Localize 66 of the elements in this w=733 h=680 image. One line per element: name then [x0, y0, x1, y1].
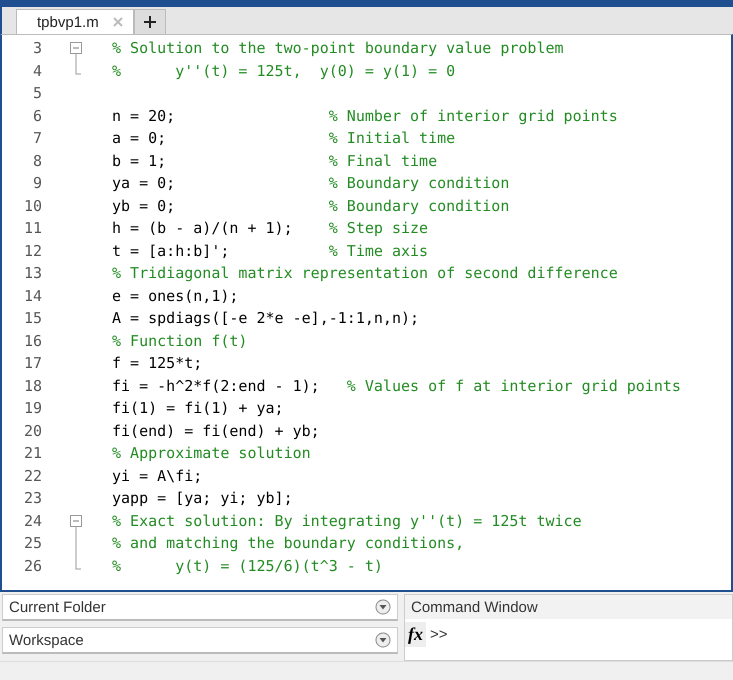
- code-comment: % Tridiagonal matrix representation of second difference: [112, 264, 618, 282]
- code-comment: % y''(t) = 125t, y(0) = y(1) = 0: [112, 62, 456, 80]
- code-text: e = ones(n,1);: [112, 286, 238, 305]
- code-comment: % Solution to the two-point boundary value problem: [112, 39, 564, 58]
- code-text: fi = -h^2*f(2:end - 1);: [112, 376, 321, 395]
- panel-header: Command Window: [405, 595, 732, 619]
- panel-header[interactable]: Current Folder: [2, 594, 398, 621]
- command-prompt: >>: [430, 626, 448, 642]
- code-comment: % and matching the boundary conditions,: [112, 534, 464, 552]
- line-number: 10: [22, 196, 42, 215]
- line-number: 9: [32, 174, 42, 192]
- code-text: a = 0;: [112, 129, 168, 148]
- line-number: 17: [22, 354, 42, 372]
- add-icon[interactable]: [134, 9, 166, 34]
- code-text: fi(end) = fi(end) + yb;: [112, 422, 320, 440]
- code-comment: % Final time: [328, 152, 438, 170]
- line-number: 24: [22, 512, 42, 530]
- line-number: 11: [22, 219, 42, 238]
- function-browser-button[interactable]: fx: [405, 622, 426, 646]
- line-number: 8: [32, 152, 42, 170]
- code-text: n = 20;: [112, 106, 176, 125]
- code-text: yapp = [ya; yi; yb];: [112, 489, 293, 508]
- line-number: 7: [32, 129, 42, 148]
- line-number: 22: [22, 466, 42, 485]
- code-text: t = [a:h:b]';: [112, 242, 230, 260]
- dropdown-icon[interactable]: [375, 632, 391, 648]
- code-comment: % Values of f at interior grid points: [346, 376, 681, 395]
- panel-header[interactable]: Workspace: [2, 627, 398, 654]
- line-number: 16: [22, 332, 42, 350]
- line-number: 20: [22, 422, 42, 440]
- code-text: yi = A\fi;: [112, 466, 202, 485]
- code-text: b = 1;: [112, 152, 168, 170]
- file-tab[interactable]: tpbvp1.m: [16, 9, 134, 34]
- code-text: A = spdiags([-e 2*e -e],-1:1,n,n);: [112, 309, 420, 328]
- line-number: 4: [32, 62, 42, 80]
- code-comment: % Number of interior grid points: [328, 106, 618, 125]
- code-text: f = 125*t;: [112, 354, 202, 372]
- line-number: 25: [22, 534, 42, 552]
- line-number: 12: [22, 242, 42, 260]
- code-text: ya = 0;: [112, 174, 176, 192]
- command-window[interactable]: Command Window fx >>: [404, 594, 733, 661]
- code-comment: % Function f(t): [112, 332, 248, 350]
- line-number: 13: [22, 264, 42, 282]
- code-comment: % Exact solution: By integrating y''(t) = 125t twice: [112, 512, 582, 530]
- code-comment: % Time axis: [328, 242, 428, 260]
- code-comment: % Boundary condition: [328, 174, 510, 192]
- code-editor[interactable]: [0, 34, 733, 592]
- code-text: yb = 0;: [112, 196, 176, 215]
- line-number: 18: [22, 376, 42, 395]
- code-text: fi(1) = fi(1) + ya;: [112, 399, 284, 418]
- dropdown-icon[interactable]: [375, 599, 391, 615]
- line-number: 6: [32, 106, 42, 125]
- line-number: 3: [32, 39, 42, 58]
- line-number: 5: [32, 84, 42, 102]
- code-comment: % y(t) = (125/6)(t^3 - t): [112, 556, 383, 575]
- code-comment: % Initial time: [328, 129, 456, 148]
- line-number: 23: [22, 489, 42, 508]
- line-number: 15: [22, 309, 42, 328]
- line-number: 19: [22, 399, 42, 418]
- line-number: 21: [22, 444, 42, 462]
- code-comment: % Boundary condition: [328, 196, 510, 215]
- code-text: h = (b - a)/(n + 1);: [112, 219, 294, 238]
- code-comment: % Approximate solution: [112, 444, 311, 462]
- line-number: 26: [22, 556, 42, 575]
- code-comment: % Step size: [328, 219, 428, 238]
- line-number: 14: [22, 286, 42, 305]
